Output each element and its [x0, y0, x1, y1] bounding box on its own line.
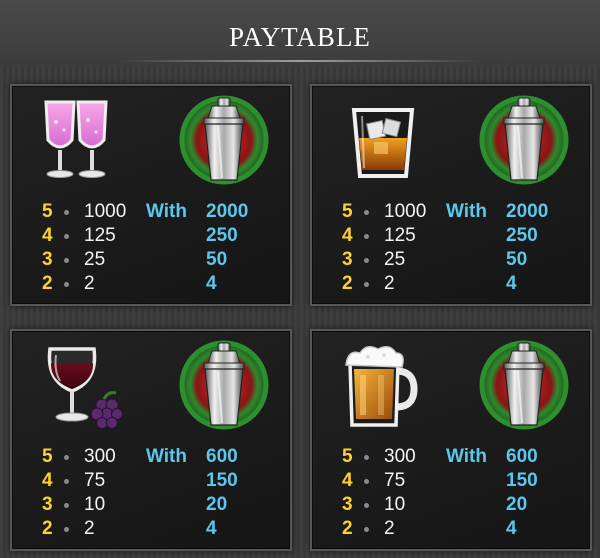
wild-payout-value: 50	[206, 249, 228, 270]
pay-row: 2 2 4	[12, 517, 290, 541]
bullet-dot	[64, 210, 69, 215]
bullet-dot	[64, 258, 69, 263]
wild-payout-value: 2000	[506, 201, 549, 222]
payout-value: 75	[384, 470, 406, 491]
wild-payout-value: 2000	[206, 201, 249, 222]
pay-row: 5 300 With 600	[12, 445, 290, 469]
bullet-dot	[364, 527, 369, 532]
symbol-count: 2	[342, 518, 353, 539]
pay-row: 2 2 4	[12, 272, 290, 296]
symbol-count: 3	[42, 249, 53, 270]
symbol-count: 2	[342, 273, 353, 294]
symbol-count: 5	[342, 446, 353, 467]
cocktail-shaker-icon	[478, 339, 570, 431]
symbol-count: 3	[42, 494, 53, 515]
cocktail-shaker-icon	[178, 94, 270, 186]
payout-value: 10	[84, 494, 106, 515]
wild-payout-value: 4	[506, 273, 517, 294]
payout-value: 125	[384, 225, 416, 246]
bullet-dot	[364, 479, 369, 484]
with-label: With	[446, 201, 487, 222]
wild-payout-value: 4	[206, 518, 217, 539]
cocktail-shaker-icon	[478, 94, 570, 186]
symbol-count: 4	[42, 225, 53, 246]
with-label: With	[446, 446, 487, 467]
with-label: With	[146, 446, 187, 467]
symbol-count: 3	[342, 249, 353, 270]
bullet-dot	[364, 258, 369, 263]
payout-value: 75	[84, 470, 106, 491]
pay-row: 3 10 20	[12, 493, 290, 517]
bullet-dot	[364, 282, 369, 287]
with-label: With	[146, 201, 187, 222]
pay-row: 4 125 250	[12, 224, 290, 248]
wild-payout-value: 20	[506, 494, 528, 515]
pay-row: 5 1000 With 2000	[312, 200, 590, 224]
champagne-glasses-icon	[44, 100, 108, 178]
cocktail-shaker-icon	[178, 339, 270, 431]
title-divider	[120, 60, 480, 62]
pay-row: 5 300 With 600	[312, 445, 590, 469]
bullet-dot	[364, 455, 369, 460]
payout-value: 1000	[84, 201, 127, 222]
wild-payout-value: 150	[206, 470, 238, 491]
symbol-count: 5	[342, 201, 353, 222]
symbol-count: 4	[342, 225, 353, 246]
pay-row: 3 10 20	[312, 493, 590, 517]
payout-value: 300	[384, 446, 416, 467]
bullet-dot	[64, 234, 69, 239]
symbol-count: 3	[342, 494, 353, 515]
wine-glass-grapes-icon	[47, 347, 123, 429]
payout-value: 125	[84, 225, 116, 246]
symbol-count: 2	[42, 273, 53, 294]
pay-row: 4 75 150	[12, 469, 290, 493]
payout-value: 25	[84, 249, 106, 270]
payout-value: 1000	[384, 201, 427, 222]
bullet-dot	[364, 210, 369, 215]
wild-payout-value: 4	[206, 273, 217, 294]
whiskey-glass-icon	[351, 108, 415, 178]
payout-value: 2	[84, 273, 95, 294]
pay-row: 5 1000 With 2000	[12, 200, 290, 224]
page-title: PAYTABLE	[229, 22, 371, 52]
bullet-dot	[64, 282, 69, 287]
payout-value: 2	[84, 518, 95, 539]
wild-payout-value: 150	[506, 470, 538, 491]
wild-payout-value: 250	[506, 225, 538, 246]
paytable-panel-wine: 5 300 With 600 4 75 150 3 10 20 2 2 4	[10, 329, 292, 551]
wild-payout-value: 250	[206, 225, 238, 246]
paytable-panel-whiskey: 5 1000 With 2000 4 125 250 3 25 50 2 2 4	[310, 84, 592, 306]
bullet-dot	[64, 503, 69, 508]
symbol-count: 5	[42, 201, 53, 222]
wild-payout-value: 50	[506, 249, 528, 270]
bullet-dot	[364, 503, 369, 508]
pay-row: 2 2 4	[312, 272, 590, 296]
symbol-count: 4	[342, 470, 353, 491]
bullet-dot	[64, 479, 69, 484]
pay-row: 4 125 250	[312, 224, 590, 248]
pay-row: 4 75 150	[312, 469, 590, 493]
symbol-count: 2	[42, 518, 53, 539]
payout-value: 10	[384, 494, 406, 515]
symbol-count: 4	[42, 470, 53, 491]
payout-value: 2	[384, 518, 395, 539]
wild-payout-value: 600	[506, 446, 538, 467]
wild-payout-value: 4	[506, 518, 517, 539]
beer-mug-icon	[345, 346, 418, 427]
pay-row: 3 25 50	[12, 248, 290, 272]
wild-payout-value: 600	[206, 446, 238, 467]
wild-payout-value: 20	[206, 494, 228, 515]
payout-value: 25	[384, 249, 406, 270]
payout-value: 300	[84, 446, 116, 467]
paytable-panel-champagne: 5 1000 With 2000 4 125 250 3 25 50 2 2 4	[10, 84, 292, 306]
bullet-dot	[64, 455, 69, 460]
symbol-count: 5	[42, 446, 53, 467]
pay-row: 3 25 50	[312, 248, 590, 272]
bullet-dot	[64, 527, 69, 532]
pay-row: 2 2 4	[312, 517, 590, 541]
payout-value: 2	[384, 273, 395, 294]
bullet-dot	[364, 234, 369, 239]
paytable-panel-beer: 5 300 With 600 4 75 150 3 10 20 2 2 4	[310, 329, 592, 551]
